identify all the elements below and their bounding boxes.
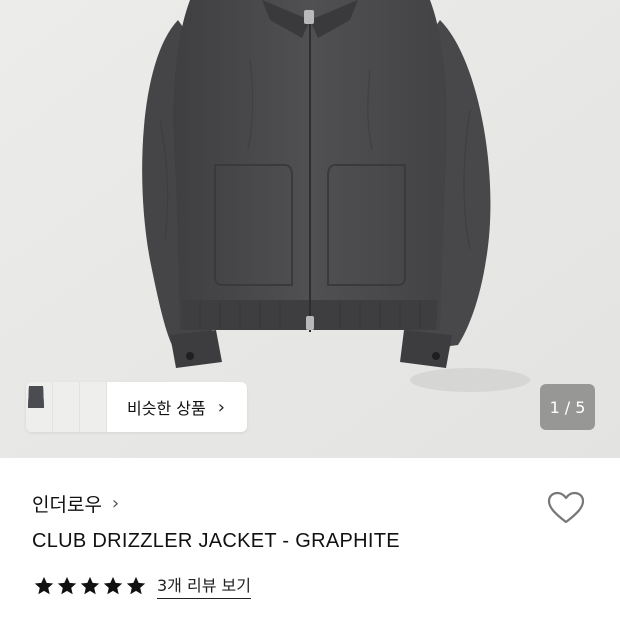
similar-products-button[interactable]: 비슷한 상품 › [107, 382, 247, 432]
image-page-counter: 1 / 5 [540, 384, 595, 430]
similar-products-strip[interactable]: 비슷한 상품 › [26, 382, 247, 432]
heart-outline-icon [547, 491, 585, 524]
product-title: CLUB DRIZZLER JACKET - GRAPHITE [32, 530, 400, 552]
star-rating [33, 575, 147, 597]
reviews-link[interactable]: 3개 리뷰 보기 [157, 572, 251, 599]
star-filled-icon [80, 576, 100, 594]
star-filled-icon [126, 576, 146, 594]
star-filled-icon [57, 576, 77, 594]
page-separator: / [564, 397, 571, 417]
product-image[interactable]: 비슷한 상품 › 1 / 5 [0, 0, 620, 458]
total-pages: 5 [575, 397, 586, 417]
chevron-right-icon: › [217, 396, 225, 418]
star-filled-icon [103, 576, 123, 594]
thumbnail-graphite-jacket[interactable] [28, 382, 107, 432]
similar-products-label: 비슷한 상품 [127, 399, 206, 418]
wishlist-button[interactable] [546, 490, 586, 526]
similar-thumbnails[interactable] [26, 382, 107, 432]
brand-name: 인더로우 [32, 494, 102, 516]
current-page: 1 [549, 397, 560, 417]
brand-link[interactable]: 인더로우 › [32, 490, 119, 517]
rating-row: 3개 리뷰 보기 [33, 572, 251, 599]
chevron-right-icon: › [111, 493, 120, 514]
star-filled-icon [34, 576, 54, 594]
thumbnail-olive-jacket[interactable] [28, 382, 80, 432]
